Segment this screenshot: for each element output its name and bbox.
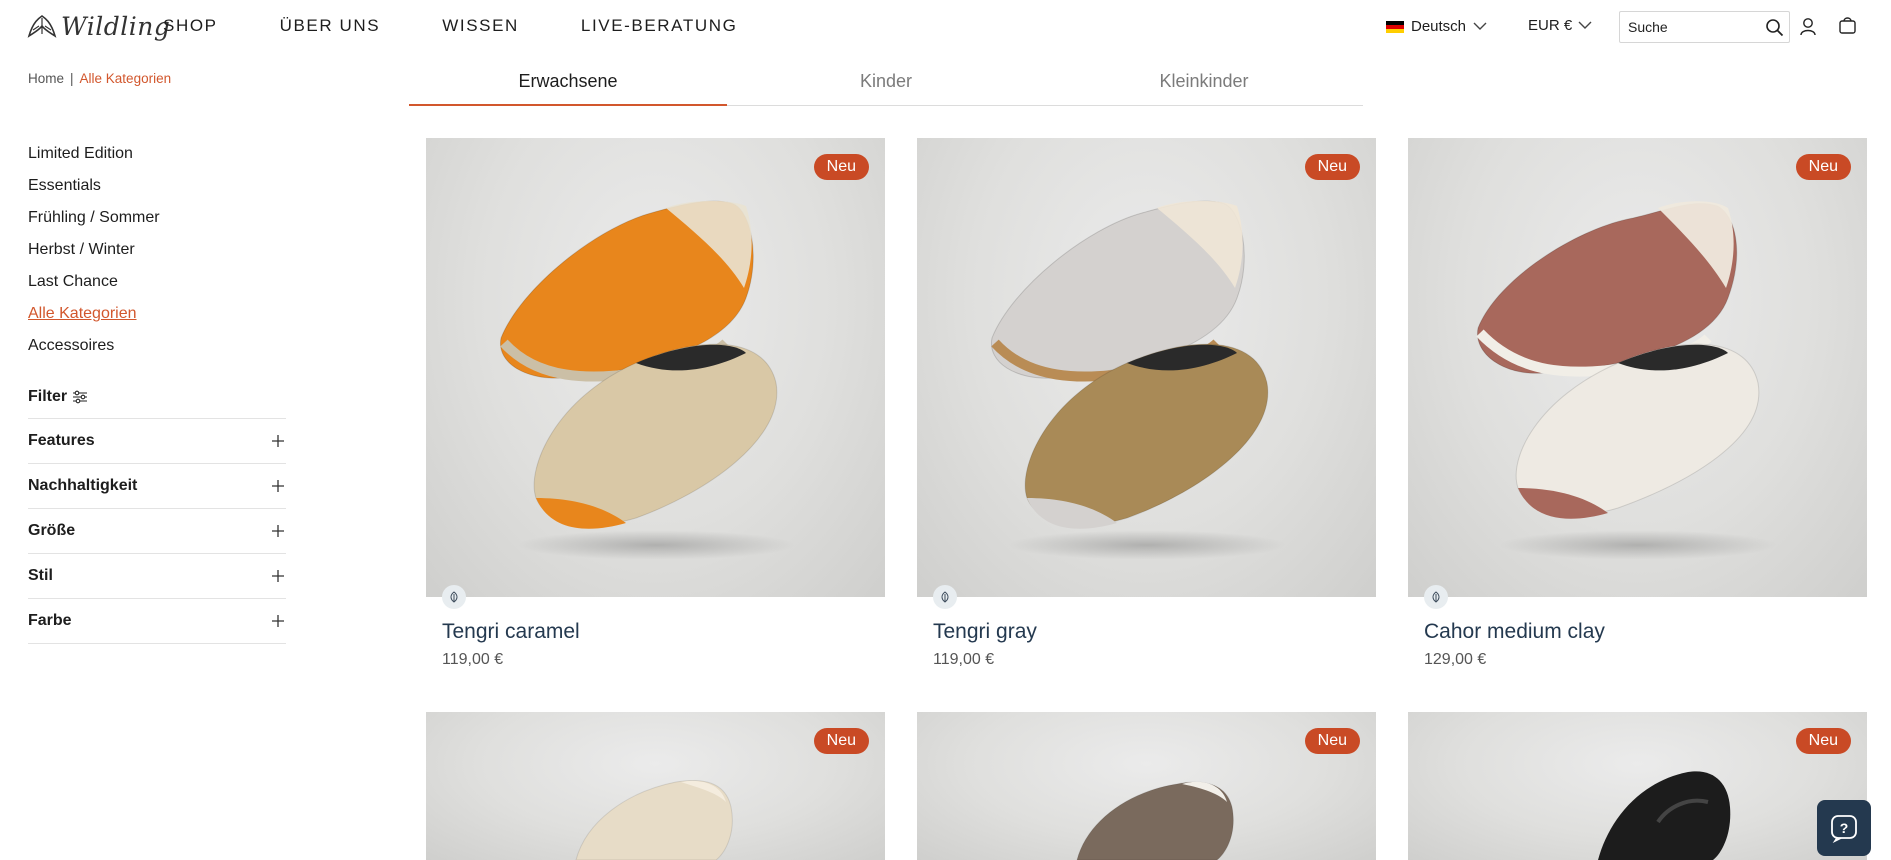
facet-farbe[interactable]: Farbe: [28, 599, 286, 644]
product-image[interactable]: Neu: [917, 712, 1376, 860]
shoe-shadow: [516, 530, 796, 560]
filter-label: Filter: [28, 388, 68, 405]
product-card[interactable]: Neu: [1408, 712, 1867, 860]
breadcrumb: Home | Alle Kategorien: [28, 71, 171, 86]
category-item-fruehling-sommer[interactable]: Frühling / Sommer: [28, 202, 160, 234]
german-flag-icon: [1386, 20, 1404, 33]
facet-groesse[interactable]: Größe: [28, 509, 286, 554]
facet-features[interactable]: Features: [28, 419, 286, 464]
shoe-pair-image: [500, 200, 778, 529]
product-image[interactable]: Neu: [426, 138, 885, 597]
language-label: Deutsch: [1411, 18, 1467, 35]
plus-icon: [272, 480, 284, 492]
plus-icon: [272, 525, 284, 537]
product-image[interactable]: Neu: [1408, 712, 1867, 860]
category-list: Limited Edition Essentials Frühling / So…: [28, 138, 160, 362]
currency-selector[interactable]: EUR €: [1528, 17, 1592, 34]
product-card[interactable]: Neu Tengri caramel 119,00 €: [426, 138, 885, 678]
category-item-essentials[interactable]: Essentials: [28, 170, 160, 202]
main-nav: SHOP ÜBER UNS WISSEN LIVE-BERATUNG: [163, 16, 799, 36]
filter-heading: Filter: [28, 388, 88, 406]
category-item-accessoires[interactable]: Accessoires: [28, 330, 160, 362]
sustainability-leaf-icon: [1424, 585, 1448, 609]
product-card[interactable]: Neu: [917, 712, 1376, 860]
plus-icon: [272, 615, 284, 627]
svg-text:?: ?: [1840, 820, 1849, 836]
product-price: 129,00 €: [1424, 651, 1487, 668]
breadcrumb-separator: |: [70, 71, 74, 86]
sliders-icon: [73, 390, 88, 404]
facet-label: Stil: [28, 567, 53, 584]
product-title[interactable]: Tengri gray: [933, 620, 1037, 644]
currency-label: EUR €: [1528, 17, 1573, 34]
category-item-herbst-winter[interactable]: Herbst / Winter: [28, 234, 160, 266]
nav-live-beratung[interactable]: LIVE-BERATUNG: [581, 16, 738, 36]
chevron-down-icon: [1578, 21, 1592, 29]
shoe-pair-image: [1476, 201, 1760, 519]
product-price: 119,00 €: [442, 651, 504, 668]
facet-nachhaltigkeit[interactable]: Nachhaltigkeit: [28, 464, 286, 509]
help-question-icon: ?: [1831, 815, 1857, 843]
shoe-shadow: [1498, 530, 1778, 560]
search-icon[interactable]: [1765, 18, 1784, 37]
search-input[interactable]: [1620, 19, 1758, 35]
facet-label: Farbe: [28, 612, 72, 629]
product-card[interactable]: Neu Cahor medium clay 129,00 €: [1408, 138, 1867, 678]
breadcrumb-home[interactable]: Home: [28, 71, 64, 86]
sustainability-leaf-icon: [442, 585, 466, 609]
facet-label: Größe: [28, 522, 76, 539]
sustainability-leaf-icon: [933, 585, 957, 609]
product-card[interactable]: Neu Tengri gray 119,00 €: [917, 138, 1376, 678]
user-icon[interactable]: [1799, 17, 1817, 36]
language-selector[interactable]: Deutsch: [1386, 18, 1487, 35]
header: Wildling SHOP ÜBER UNS WISSEN LIVE-BERAT…: [0, 0, 1891, 52]
category-item-alle-kategorien[interactable]: Alle Kategorien: [28, 298, 160, 330]
audience-tabs: Erwachsene Kinder Kleinkinder: [409, 56, 1363, 106]
product-image[interactable]: Neu: [917, 138, 1376, 597]
category-item-last-chance[interactable]: Last Chance: [28, 266, 160, 298]
product-image[interactable]: Neu: [1408, 138, 1867, 597]
new-badge: Neu: [813, 154, 869, 180]
wildling-leaf-logo-icon: [27, 14, 57, 38]
shoe-pair-image: [991, 200, 1269, 529]
cart-icon[interactable]: [1838, 16, 1857, 35]
product-image[interactable]: Neu: [426, 712, 885, 860]
chevron-down-icon: [1473, 22, 1487, 30]
new-badge: Neu: [1304, 154, 1360, 180]
nav-ueber-uns[interactable]: ÜBER UNS: [280, 16, 381, 36]
facet-label: Nachhaltigkeit: [28, 477, 138, 494]
search-box: [1619, 11, 1790, 43]
new-badge: Neu: [1795, 154, 1851, 180]
new-badge: Neu: [1795, 728, 1851, 754]
facet-stil[interactable]: Stil: [28, 554, 286, 599]
plus-icon: [272, 570, 284, 582]
product-price: 119,00 €: [933, 651, 995, 668]
product-title[interactable]: Tengri caramel: [442, 620, 580, 644]
filter-facets: Features Nachhaltigkeit Größe Stil Farbe: [28, 418, 286, 644]
plus-icon: [272, 435, 284, 447]
new-badge: Neu: [813, 728, 869, 754]
nav-wissen[interactable]: WISSEN: [442, 16, 519, 36]
breadcrumb-current[interactable]: Alle Kategorien: [80, 71, 172, 86]
new-badge: Neu: [1304, 728, 1360, 754]
nav-shop[interactable]: SHOP: [163, 16, 218, 36]
help-chat-button[interactable]: ?: [1817, 800, 1871, 856]
category-item-limited-edition[interactable]: Limited Edition: [28, 138, 160, 170]
product-card[interactable]: Neu: [426, 712, 885, 860]
product-title[interactable]: Cahor medium clay: [1424, 620, 1605, 644]
logo[interactable]: Wildling: [27, 12, 170, 41]
tab-kleinkinder[interactable]: Kleinkinder: [1045, 56, 1363, 105]
tab-erwachsene[interactable]: Erwachsene: [409, 56, 727, 106]
facet-label: Features: [28, 432, 95, 449]
shoe-shadow: [1007, 530, 1287, 560]
brand-name: Wildling: [61, 12, 171, 41]
tab-kinder[interactable]: Kinder: [727, 56, 1045, 105]
